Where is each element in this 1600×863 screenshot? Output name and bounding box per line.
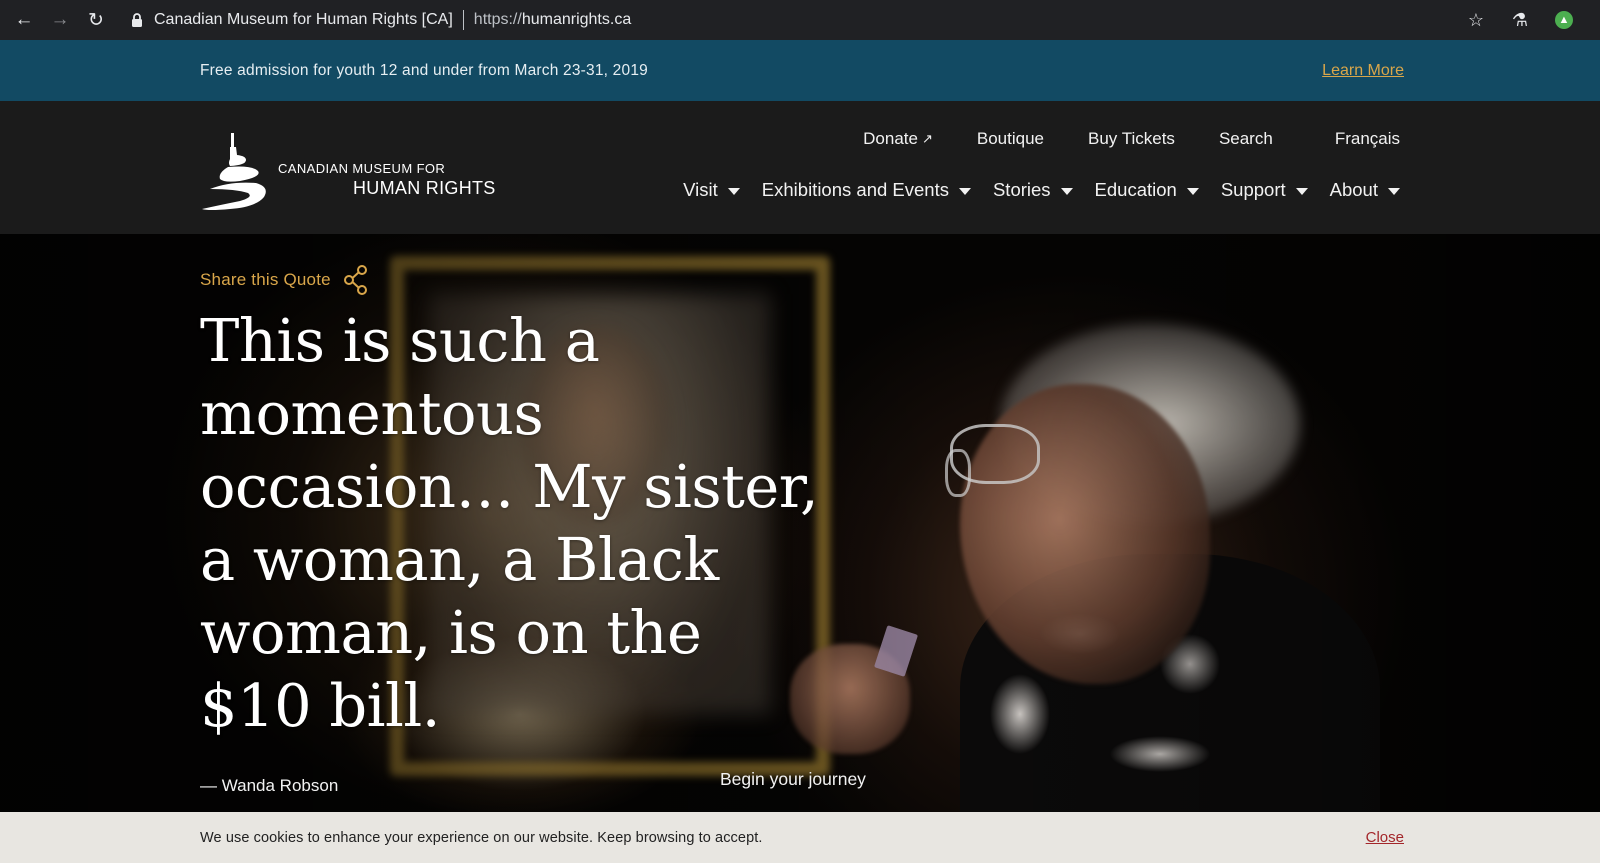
nav-label: Visit	[683, 179, 718, 200]
back-arrow-icon[interactable]: ←	[6, 0, 42, 40]
nav-label: Support	[1220, 179, 1286, 200]
nav-item-stories[interactable]: Stories	[993, 179, 1073, 201]
caret-down-icon	[1295, 187, 1308, 195]
url-scheme: https://	[473, 11, 522, 28]
hero-quote: This is such a momentous occasion… My si…	[200, 306, 819, 740]
share-quote-button[interactable]: Share this Quote	[200, 264, 369, 296]
share-icon	[343, 265, 367, 295]
boutique-link[interactable]: Boutique	[977, 129, 1044, 149]
begin-journey-link[interactable]: Begin your journey	[720, 769, 866, 790]
lock-icon	[126, 13, 148, 27]
donate-label: Donate	[863, 129, 918, 148]
address-divider	[462, 10, 464, 30]
url-text[interactable]: https://humanrights.ca	[474, 11, 631, 29]
announcement-bar: Free admission for youth 12 and under fr…	[0, 40, 1600, 101]
learn-more-link[interactable]: Learn More	[1322, 62, 1404, 80]
announcement-text: Free admission for youth 12 and under fr…	[200, 61, 648, 79]
caret-down-icon	[1060, 187, 1073, 195]
utility-nav: Donate ↗ Boutique Buy Tickets Search Fran…	[819, 129, 1400, 149]
caret-down-icon	[727, 187, 740, 195]
logo-text-line2: HUMAN RIGHTS	[353, 178, 496, 198]
extension-icon[interactable]: ⚗	[1498, 10, 1542, 31]
logo-text-line1: CANADIAN MUSEUM FOR	[278, 161, 446, 176]
browser-toolbar: ← → ↻ Canadian Museum for Human Rights […	[0, 0, 1600, 40]
site-header: CANADIAN MUSEUM FOR HUMAN RIGHTS Donate ↗…	[0, 101, 1600, 234]
profile-avatar-icon[interactable]: ▲	[1542, 11, 1586, 29]
cookie-close-button[interactable]: Close	[1366, 829, 1404, 846]
nav-label: About	[1329, 179, 1378, 200]
caret-down-icon	[1186, 187, 1199, 195]
share-quote-label: Share this Quote	[200, 270, 331, 289]
language-toggle-link[interactable]: Français	[1335, 129, 1400, 149]
main-nav: Visit Exhibitions and Events Stories Edu…	[683, 179, 1400, 201]
cookie-banner: We use cookies to enhance your experienc…	[0, 812, 1600, 863]
reload-icon[interactable]: ↻	[78, 0, 114, 40]
caret-down-icon	[958, 187, 971, 195]
nav-item-about[interactable]: About	[1330, 179, 1400, 201]
nav-item-support[interactable]: Support	[1221, 179, 1308, 201]
nav-item-visit[interactable]: Visit	[683, 179, 740, 201]
donate-link[interactable]: Donate ↗	[863, 129, 933, 149]
nav-label: Education	[1094, 179, 1177, 200]
external-arrow-icon: ↗	[921, 131, 933, 146]
nav-item-education[interactable]: Education	[1095, 179, 1199, 201]
museum-logo[interactable]: CANADIAN MUSEUM FOR HUMAN RIGHTS	[200, 131, 496, 213]
nav-item-exhibitions[interactable]: Exhibitions and Events	[762, 179, 971, 201]
museum-logo-icon	[202, 133, 266, 210]
address-bar[interactable]: Canadian Museum for Human Rights [CA] ht…	[122, 0, 1454, 40]
forward-arrow-icon[interactable]: →	[42, 0, 78, 40]
bookmark-star-icon[interactable]: ☆	[1454, 10, 1498, 31]
url-host: humanrights.ca	[521, 11, 632, 28]
site-identity: Canadian Museum for Human Rights [CA]	[154, 11, 453, 28]
quote-author: — Wanda Robson	[200, 776, 339, 795]
cookie-text: We use cookies to enhance your experienc…	[200, 829, 763, 846]
buy-tickets-link[interactable]: Buy Tickets	[1088, 129, 1175, 149]
nav-label: Exhibitions and Events	[761, 179, 949, 200]
caret-down-icon	[1388, 187, 1400, 195]
search-link[interactable]: Search	[1219, 129, 1273, 149]
hero-section: Share this Quote This is such a momentou…	[0, 234, 1600, 812]
nav-label: Stories	[992, 179, 1051, 200]
